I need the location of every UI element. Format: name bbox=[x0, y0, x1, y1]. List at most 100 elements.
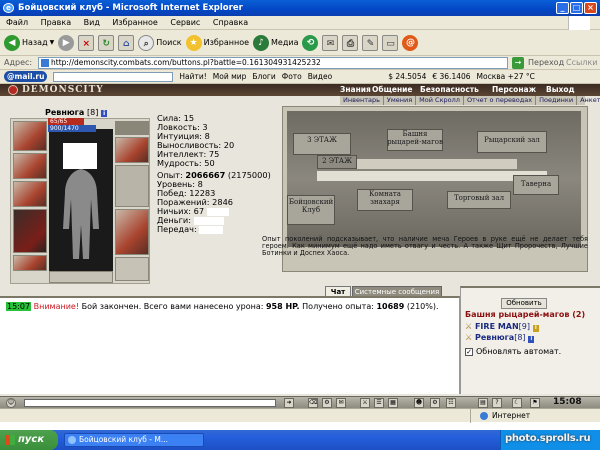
game-clock: 15:08 bbox=[553, 397, 582, 407]
info-icon[interactable]: i bbox=[532, 325, 539, 332]
chat-time[interactable]: 15:07 bbox=[6, 302, 32, 311]
auto-refresh-checkbox[interactable]: ✓ bbox=[465, 348, 473, 356]
filter-icon[interactable]: ⚙ bbox=[322, 398, 332, 408]
flag-icon[interactable]: ⚑ bbox=[530, 398, 540, 408]
go-button[interactable]: Переход bbox=[528, 56, 564, 70]
chat-warning: Внимание! bbox=[33, 302, 80, 311]
player-row[interactable]: ⚔ FIRE MAN[9] i bbox=[465, 322, 539, 332]
ie-logo-icon bbox=[68, 436, 76, 444]
mailru-my-world[interactable]: Мой мир bbox=[213, 70, 247, 84]
internet-zone-icon bbox=[480, 412, 488, 420]
helmet-slot[interactable] bbox=[13, 121, 47, 151]
discuss-icon[interactable]: ▭ bbox=[382, 34, 399, 51]
gloves-slot[interactable] bbox=[115, 121, 149, 135]
map-icon[interactable]: ▦ bbox=[388, 398, 398, 408]
home-icon[interactable]: ⌂ bbox=[118, 34, 135, 51]
back-button[interactable]: ◀ Назад ▼ bbox=[4, 34, 54, 51]
clear-icon[interactable]: ⌫ bbox=[308, 398, 318, 408]
mailru-video[interactable]: Видео bbox=[308, 70, 332, 84]
game-bottom-bar: ☺ ➜ ⌫ ⚙ ✉ ⚔ ☰ ▦ ☻ ⚙ ☷ ▤ ? ☾ ⚑ 15:08 bbox=[0, 396, 600, 408]
menu-favorites[interactable]: Избранное bbox=[112, 18, 157, 27]
windows-logo-icon bbox=[568, 16, 590, 30]
media-icon: ♪ bbox=[253, 34, 270, 51]
edit-icon[interactable]: ✎ bbox=[362, 34, 379, 51]
close-button[interactable]: × bbox=[584, 2, 597, 14]
mailru-blogs[interactable]: Блоги bbox=[252, 70, 275, 84]
nav-character[interactable]: Персонаж bbox=[492, 84, 536, 96]
menu-edit[interactable]: Правка bbox=[41, 18, 71, 27]
mailru-find-button[interactable]: Найти! bbox=[179, 70, 206, 84]
info-icon[interactable]: i bbox=[101, 110, 108, 117]
subnav-skills[interactable]: Умения bbox=[384, 96, 417, 105]
ring-slots[interactable] bbox=[49, 271, 113, 283]
start-button[interactable]: пуск bbox=[0, 430, 58, 450]
experience-next: (2175000) bbox=[227, 170, 271, 180]
subnav-transfers[interactable]: Отчет о переводах bbox=[464, 96, 537, 105]
go-arrow-icon[interactable]: → bbox=[512, 57, 524, 69]
mail-icon[interactable]: ✉ bbox=[322, 34, 339, 51]
subnav-scroll[interactable]: Мой Скролл bbox=[416, 96, 464, 105]
send-arrow-icon[interactable]: ➜ bbox=[284, 398, 294, 408]
media-button[interactable]: ♪ Медиа bbox=[253, 34, 298, 51]
minimize-button[interactable]: _ bbox=[556, 2, 569, 14]
menu-help[interactable]: Справка bbox=[213, 18, 248, 27]
amulet-slot[interactable] bbox=[13, 181, 47, 207]
eur-rate: € 36.1406 bbox=[432, 71, 471, 81]
tab-chat[interactable]: Чат bbox=[325, 286, 351, 296]
print-icon[interactable]: ⎙ bbox=[342, 34, 359, 51]
info-icon[interactable]: i bbox=[528, 336, 535, 343]
moon-icon[interactable]: ☾ bbox=[512, 398, 522, 408]
help-icon[interactable]: ? bbox=[492, 398, 502, 408]
belt-slot[interactable] bbox=[13, 255, 47, 271]
taskbar-item-ie[interactable]: Бойцовский клуб - M... bbox=[64, 433, 204, 447]
nav-communication[interactable]: Общение bbox=[372, 84, 413, 96]
menu-tools[interactable]: Сервис bbox=[170, 18, 200, 27]
nav-security[interactable]: Безопасность bbox=[420, 84, 479, 96]
stop-icon[interactable]: × bbox=[78, 34, 95, 51]
address-input[interactable]: http://demonscity.combats.com/buttons.pl… bbox=[38, 57, 508, 69]
settings-icon[interactable]: ⚙ bbox=[430, 398, 440, 408]
character-equipment-panel bbox=[10, 118, 150, 284]
mailru-search-input[interactable] bbox=[53, 71, 174, 82]
refresh-icon[interactable]: ↻ bbox=[98, 34, 115, 51]
tab-system-messages[interactable]: Системные сообщения bbox=[352, 286, 442, 296]
maximize-button[interactable]: □ bbox=[570, 2, 583, 14]
private-icon[interactable]: ✉ bbox=[336, 398, 346, 408]
run-icon[interactable]: ☰ bbox=[374, 398, 384, 408]
menu-file[interactable]: Файл bbox=[6, 18, 28, 27]
weapon-slot-left[interactable] bbox=[13, 153, 47, 179]
menu-view[interactable]: Вид bbox=[84, 18, 100, 27]
links-button[interactable]: Ссылки bbox=[566, 56, 597, 70]
auto-refresh-row[interactable]: ✓ Обновлять автомат. bbox=[465, 347, 561, 356]
mailru-logo[interactable]: @mail.ru bbox=[4, 71, 48, 82]
refresh-button[interactable]: Обновить bbox=[501, 298, 547, 309]
history-icon[interactable]: ⟲ bbox=[302, 34, 319, 51]
messenger-icon[interactable]: @ bbox=[402, 34, 419, 51]
subnav-inventory[interactable]: Инвентарь bbox=[340, 96, 384, 105]
online-panel: Обновить Башня рыцарей-магов (2) ⚔ FIRE … bbox=[460, 286, 600, 394]
smiley-icon[interactable]: ☺ bbox=[6, 398, 16, 408]
nav-knowledge[interactable]: Знания bbox=[340, 84, 371, 96]
favorites-button[interactable]: ★ Избранное bbox=[185, 34, 249, 51]
subnav-profile[interactable]: Анкета bbox=[577, 96, 600, 105]
nav-exit[interactable]: Выход bbox=[546, 84, 575, 96]
armor-slot[interactable] bbox=[13, 209, 47, 253]
subnav-duels[interactable]: Поединки bbox=[536, 96, 578, 105]
face-icon[interactable]: ☻ bbox=[414, 398, 424, 408]
player-row[interactable]: ⚔ Ревнюга[8] i bbox=[465, 333, 535, 343]
book-icon[interactable]: ▤ bbox=[478, 398, 488, 408]
sword-icon: ⚔ bbox=[465, 333, 473, 342]
toolbar: ◀ Назад ▼ ▶ × ↻ ⌂ ⌕ Поиск ★ Избранное ♪ … bbox=[0, 30, 600, 56]
extra-slot[interactable] bbox=[115, 257, 149, 281]
users-icon[interactable]: ☷ bbox=[446, 398, 456, 408]
shield-slot[interactable] bbox=[115, 165, 149, 207]
auto-refresh-label: Обновлять автомат. bbox=[476, 347, 562, 356]
mailru-photo[interactable]: Фото bbox=[282, 70, 302, 84]
fight-icon[interactable]: ⚔ bbox=[360, 398, 370, 408]
search-button[interactable]: ⌕ Поиск bbox=[138, 34, 182, 51]
bracers-slot[interactable] bbox=[115, 137, 149, 163]
boots-slot[interactable] bbox=[115, 209, 149, 255]
forward-arrow-icon[interactable]: ▶ bbox=[58, 34, 75, 51]
character-name[interactable]: Ревнюга [8] i bbox=[45, 108, 135, 117]
chat-input[interactable] bbox=[24, 399, 276, 407]
